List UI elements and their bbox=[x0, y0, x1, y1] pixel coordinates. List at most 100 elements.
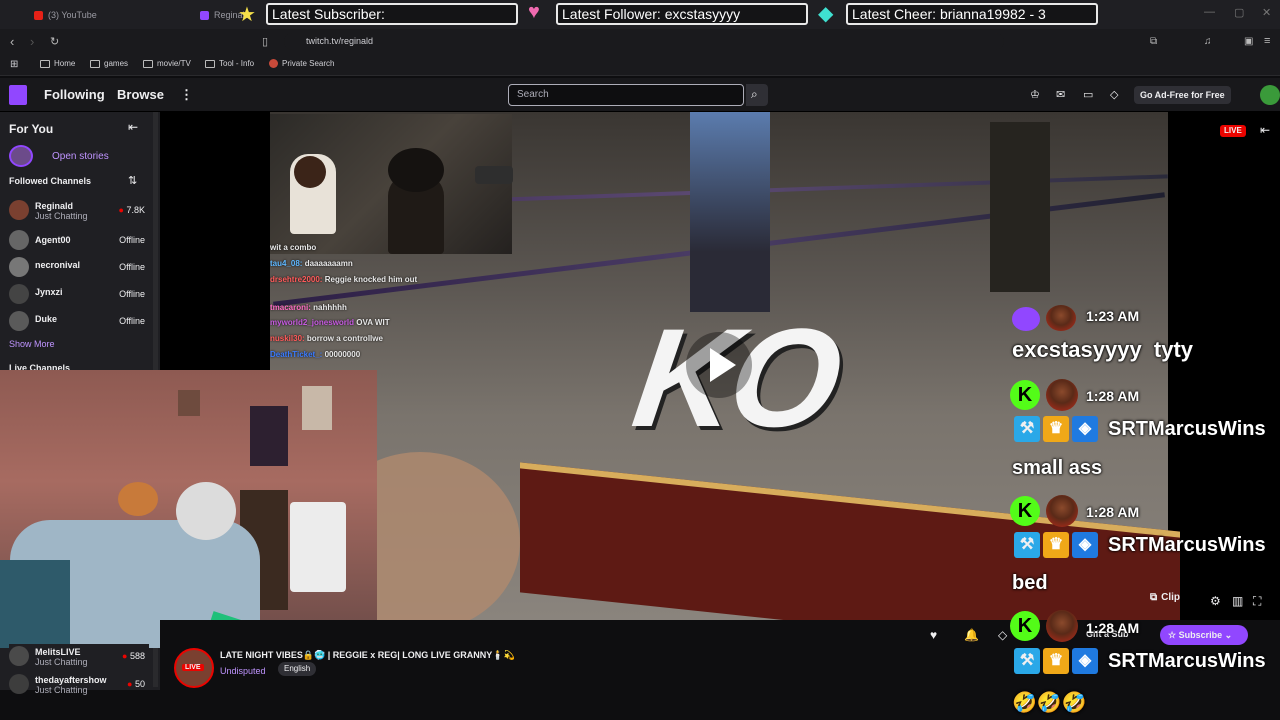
avatar bbox=[1046, 305, 1076, 331]
heart-icon: ♥ bbox=[528, 1, 540, 23]
mod-badge-icon: ⚒ bbox=[1014, 416, 1040, 442]
bookmark-icon[interactable]: ▯ bbox=[262, 35, 268, 48]
language-tag[interactable]: English bbox=[278, 662, 317, 676]
fullscreen-icon[interactable]: ⛶ bbox=[1253, 594, 1261, 609]
bookmark-tool-info[interactable]: Tool - Info bbox=[205, 59, 254, 68]
overlay-chat-line: DeathTicket_: 00000000 bbox=[270, 350, 360, 359]
bookmark-movie-tv[interactable]: movie/TV bbox=[143, 59, 191, 68]
trash-can-shape bbox=[290, 502, 346, 592]
reload-icon[interactable]: ↻ bbox=[50, 35, 59, 48]
back-icon[interactable]: ‹ bbox=[10, 34, 14, 49]
open-stories-label: Open stories bbox=[52, 151, 109, 162]
kick-badge-icon: K bbox=[1010, 611, 1040, 641]
folder-icon bbox=[143, 59, 153, 68]
bookmark-label: Private Search bbox=[282, 59, 335, 68]
gem-icon: ◆ bbox=[818, 3, 834, 25]
channel-name: necronival bbox=[35, 260, 81, 270]
avatar[interactable] bbox=[1260, 85, 1280, 105]
chat-text: daaaaaaamn bbox=[304, 259, 353, 268]
clip-icon: ⧉ bbox=[1150, 592, 1158, 603]
chat-user: SRTMarcusWins bbox=[1108, 534, 1266, 556]
avatar bbox=[1046, 610, 1078, 642]
menu-icon[interactable]: ≡ bbox=[1264, 35, 1270, 47]
go-ad-free-button[interactable]: Go Ad-Free for Free bbox=[1134, 86, 1231, 104]
apps-icon[interactable]: ⊞ bbox=[10, 59, 18, 70]
overlay-chat-line: tmacaroni: nahhhhh bbox=[270, 303, 347, 312]
clip-button[interactable]: ⧉ Clip bbox=[1150, 592, 1180, 603]
subscribe-button[interactable]: ☆ Subscribe ⌄ bbox=[1160, 625, 1248, 645]
crown-icon[interactable]: ♔ bbox=[1030, 88, 1040, 101]
wall-poster bbox=[302, 386, 332, 430]
category-link[interactable]: Undisputed bbox=[220, 666, 266, 676]
search-icon: ⌕ bbox=[751, 87, 758, 101]
sidebar-item-melitslive[interactable]: MelitsLIVE Just Chatting ● 588 bbox=[9, 644, 149, 668]
plush-shape bbox=[118, 482, 158, 516]
nav-browse[interactable]: Browse bbox=[117, 87, 164, 102]
overlay-chat-line: wit a combo bbox=[270, 243, 316, 252]
bookmark-private-search[interactable]: Private Search bbox=[269, 59, 334, 68]
more-icon[interactable]: ⋮ bbox=[180, 87, 193, 103]
latest-cheer-text: Latest Cheer: brianna19982 - 3 bbox=[852, 6, 1046, 22]
bookmark-games[interactable]: games bbox=[90, 59, 128, 68]
maximize-icon[interactable]: ▢ bbox=[1234, 6, 1244, 19]
for-you-heading: For You bbox=[9, 122, 54, 136]
whispers-icon[interactable]: ▭ bbox=[1083, 88, 1093, 101]
minimize-icon[interactable]: — bbox=[1204, 6, 1215, 18]
user-badges: ⚒ ♛ ◈ bbox=[1014, 532, 1098, 558]
url-field[interactable]: twitch.tv/reginald bbox=[284, 33, 1004, 50]
bookmark-home[interactable]: Home bbox=[40, 59, 75, 68]
extensions-icon[interactable]: ⧉ bbox=[1150, 36, 1157, 47]
channel-name: MelitsLIVE bbox=[35, 647, 81, 657]
collapse-sidebar-icon[interactable]: ⇤ bbox=[128, 120, 138, 134]
wallet-icon[interactable]: ▣ bbox=[1244, 36, 1253, 47]
show-more-link[interactable]: Show More bbox=[9, 339, 55, 349]
sidebar-item-necronival[interactable]: necronival Offline bbox=[9, 255, 149, 279]
viewer-count-value: 7.8K bbox=[126, 205, 145, 215]
play-button[interactable] bbox=[686, 332, 752, 398]
mod-badge-icon: ⚒ bbox=[1014, 532, 1040, 558]
follow-heart-icon[interactable]: ♥ bbox=[930, 628, 937, 642]
youtube-icon bbox=[34, 10, 43, 20]
folder-icon bbox=[90, 59, 100, 68]
twitch-badge-icon bbox=[1012, 307, 1040, 331]
notifications-bell-icon[interactable]: 🔔 bbox=[964, 628, 979, 642]
channel-name: thedayaftershow bbox=[35, 675, 107, 685]
bits-icon[interactable]: ◇ bbox=[1110, 88, 1118, 101]
latest-cheer-box: Latest Cheer: brianna19982 - 3 bbox=[846, 3, 1098, 25]
overlay-chat-line: drsehtre2000: Reggie knocked him out bbox=[270, 275, 470, 284]
expand-chat-icon[interactable]: ⇤ bbox=[1260, 123, 1270, 137]
sidebar-item-duke[interactable]: Duke Offline bbox=[9, 309, 149, 333]
sidebar-item-jynxzi[interactable]: Jynxzi Offline bbox=[9, 282, 149, 306]
bookmark-label: movie/TV bbox=[157, 59, 191, 68]
live-dot-icon: ● bbox=[122, 651, 130, 661]
user-badges: ⚒ ♛ ◈ bbox=[1014, 648, 1098, 674]
inbox-icon[interactable]: ✉ bbox=[1056, 88, 1065, 101]
close-icon[interactable]: ✕ bbox=[1262, 6, 1271, 19]
chat-user: myworld2_jonesworld bbox=[270, 318, 355, 327]
bits-icon[interactable]: ◇ bbox=[998, 628, 1007, 642]
nav-following[interactable]: Following bbox=[44, 87, 105, 102]
sidebar-item-reginald[interactable]: Reginald Just Chatting ● 7.8K bbox=[9, 198, 149, 222]
chat-timestamp: 1:23 AM bbox=[1086, 308, 1140, 324]
channel-name: Jynxzi bbox=[35, 287, 63, 297]
forward-icon[interactable]: › bbox=[30, 34, 34, 49]
bookmark-label: Home bbox=[54, 59, 76, 68]
open-stories-item[interactable]: Open stories bbox=[9, 145, 149, 167]
person-head bbox=[294, 156, 326, 188]
settings-icon[interactable]: ⚙ bbox=[1210, 594, 1221, 608]
tab-youtube[interactable]: (3) YouTube bbox=[34, 6, 97, 24]
folder-icon bbox=[205, 59, 215, 68]
crown-badge-icon: ♛ bbox=[1043, 532, 1069, 558]
sidebar-item-agent00[interactable]: Agent00 Offline bbox=[9, 228, 149, 252]
chat-user: tmacaroni: bbox=[270, 303, 311, 312]
twitch-logo-icon[interactable] bbox=[9, 85, 27, 105]
chat-text: wit a combo bbox=[270, 243, 317, 252]
music-icon[interactable]: ♫ bbox=[1204, 36, 1212, 47]
sidebar-item-thedayaftershow[interactable]: thedayaftershow Just Chatting ● 50 bbox=[9, 672, 149, 696]
search-button[interactable]: ⌕ bbox=[746, 84, 768, 106]
sort-icon[interactable]: ⇅ bbox=[128, 174, 137, 187]
theatre-mode-icon[interactable]: ▥ bbox=[1232, 594, 1243, 608]
search-input[interactable]: Search bbox=[508, 84, 744, 106]
overlay-chat-line: tau4_08: daaaaaaamn bbox=[270, 259, 353, 268]
chat-timestamp: 1:28 AM bbox=[1086, 620, 1140, 636]
